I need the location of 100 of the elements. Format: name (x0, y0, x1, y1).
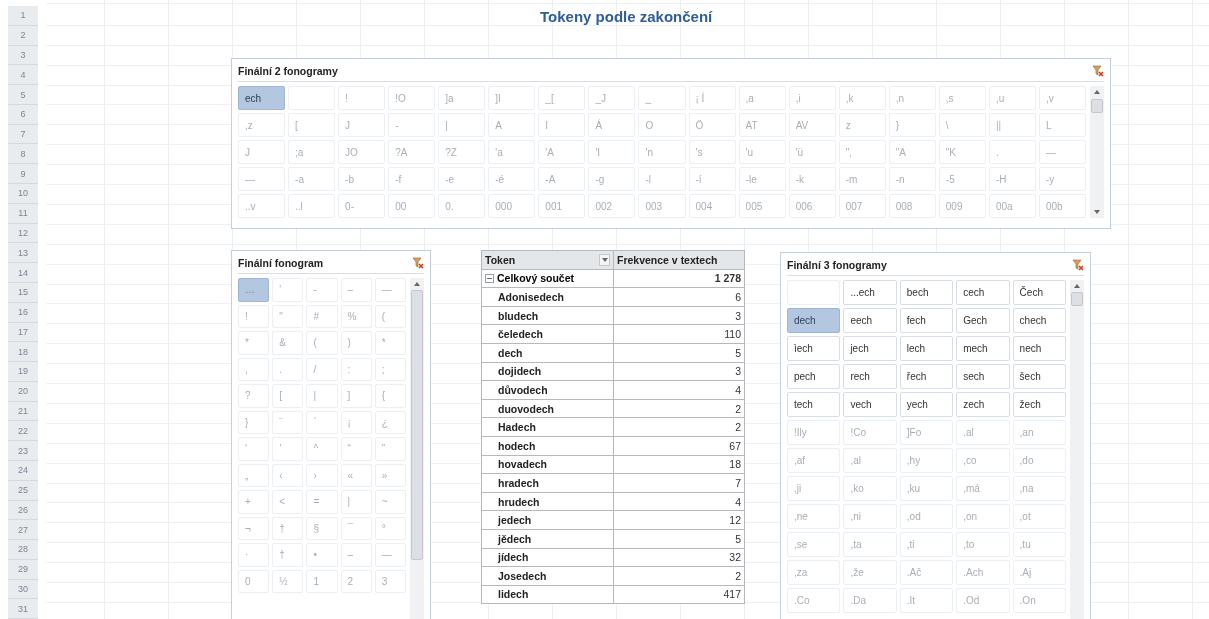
slicer-item[interactable]: dech (787, 308, 841, 333)
slicer-item[interactable]: : (340, 357, 372, 381)
slicer-item[interactable]: = (306, 490, 338, 514)
slicer-item[interactable]: ,k (838, 86, 886, 110)
slicer-item[interactable]: 001 (538, 194, 586, 218)
slicer-item[interactable]: † (272, 516, 304, 540)
slicer-item[interactable]: sech (956, 364, 1010, 389)
slicer-item[interactable]: - (388, 113, 436, 137)
slicer-item[interactable]: ,ot (1012, 504, 1066, 529)
slicer-item[interactable]: 'n (638, 140, 686, 164)
slicer-item[interactable]: jech (843, 336, 897, 361)
slicer-item[interactable]: 003 (638, 194, 686, 218)
slicer-item[interactable]: 00 (388, 194, 436, 218)
slicer-item[interactable]: 'I (588, 140, 636, 164)
slicer-item[interactable]: ?A (388, 140, 436, 164)
slicer-item[interactable]: -k (788, 167, 836, 191)
slicer-item[interactable]: 1 (306, 569, 338, 593)
slicer-item[interactable]: ,ti (899, 532, 954, 557)
slicer-item[interactable]: 00b (1038, 194, 1086, 218)
scrollbar[interactable] (1090, 86, 1104, 218)
slicer-item[interactable]: | (340, 490, 372, 514)
slicer-item[interactable]: – (340, 543, 372, 567)
slicer-item[interactable]: žech (1012, 392, 1066, 417)
slicer-item[interactable]: ,má (956, 476, 1010, 501)
slicer-item[interactable]: ,af (787, 448, 841, 473)
scrollbar[interactable] (1070, 280, 1084, 619)
slicer-item[interactable]: ¯ (340, 516, 372, 540)
slicer-item[interactable]: 004 (688, 194, 736, 218)
slicer-item[interactable]: || (988, 113, 1036, 137)
slicer-item[interactable]: 'u (738, 140, 786, 164)
collapse-icon[interactable] (485, 273, 494, 283)
slicer-item[interactable]: Ö (688, 113, 736, 137)
slicer-item[interactable]: [ (288, 113, 336, 137)
slicer-item[interactable]: ,a (738, 86, 786, 110)
slicer-item[interactable]: + (238, 490, 270, 514)
slicer-item[interactable]: .al (956, 420, 1010, 445)
slicer-item[interactable]: – (340, 278, 372, 302)
slicer-item[interactable]: -e (438, 167, 486, 191)
slicer-item[interactable]: ¬ (238, 516, 270, 540)
slicer-item[interactable]: .Ač (899, 560, 954, 585)
slicer-item[interactable]: ,an (1012, 420, 1066, 445)
slicer-item[interactable]: 'a (488, 140, 536, 164)
slicer-item[interactable]: 002 (588, 194, 636, 218)
slicer-item[interactable]: ‹ (272, 463, 304, 487)
slicer-item[interactable]: ; (374, 357, 406, 381)
slicer-item[interactable]: tech (787, 392, 841, 417)
slicer-item[interactable]: ) (340, 331, 372, 355)
slicer-item[interactable]: 005 (738, 194, 786, 218)
slicer-item[interactable]: ° (374, 516, 406, 540)
slicer-item[interactable]: “ (340, 437, 372, 461)
slicer-item[interactable]: O (638, 113, 686, 137)
slicer-item[interactable]: % (340, 304, 372, 328)
slicer-item[interactable]: ?Z (438, 140, 486, 164)
scroll-thumb[interactable] (1071, 292, 1083, 306)
slicer-item[interactable]: pech (787, 364, 841, 389)
slicer-item[interactable]: \ (938, 113, 986, 137)
slicer-item[interactable]: ,n (888, 86, 936, 110)
slicer-item[interactable]: cech (956, 280, 1010, 305)
slicer-item[interactable]: -f (388, 167, 436, 191)
slicer-item[interactable]: fech (899, 308, 954, 333)
slicer-item[interactable]: — (238, 167, 286, 191)
slicer-item[interactable]: } (238, 410, 270, 434)
slicer-item[interactable]: ’ (272, 437, 304, 461)
slicer-item[interactable]: -g (588, 167, 636, 191)
slicer-item[interactable]: * (238, 331, 270, 355)
slicer-item[interactable]: [ (272, 384, 304, 408)
slicer-item[interactable]: 008 (888, 194, 936, 218)
slicer-item[interactable]: ]I (488, 86, 536, 110)
slicer-item[interactable]: J (338, 113, 386, 137)
slicer-item[interactable]: ,hy (899, 448, 954, 473)
slicer-item[interactable]: ¨ (272, 410, 304, 434)
slicer-item[interactable]: ,že (843, 560, 897, 585)
slicer-item[interactable]: .Aj (1012, 560, 1066, 585)
slicer-item[interactable]: ,ji (787, 476, 841, 501)
slicer-item[interactable]: !O (388, 86, 436, 110)
slicer-item[interactable]: .It (899, 588, 954, 613)
slicer-item[interactable]: bech (899, 280, 954, 305)
slicer-item[interactable]: ! (338, 86, 386, 110)
slicer-item[interactable]: .Co (787, 588, 841, 613)
slicer-item[interactable]: ‘ (238, 437, 270, 461)
slicer-item[interactable]: - (306, 278, 338, 302)
slicer-item[interactable]: -í (688, 167, 736, 191)
slicer-item[interactable]: _[ (538, 86, 586, 110)
slicer-item[interactable]: ìech (787, 336, 841, 361)
slicer-item[interactable]: 'A (538, 140, 586, 164)
slicer-item[interactable]: 006 (788, 194, 836, 218)
slicer-item[interactable]: | (438, 113, 486, 137)
slicer-item[interactable]: Gech (956, 308, 1010, 333)
slicer-item[interactable]: šech (1012, 364, 1066, 389)
slicer-item[interactable]: mech (956, 336, 1010, 361)
scroll-thumb[interactable] (411, 290, 423, 561)
slicer-item[interactable]: ,ku (899, 476, 954, 501)
slicer-item[interactable]: ,z (238, 113, 286, 137)
slicer-item[interactable]: 000 (488, 194, 536, 218)
slicer-item[interactable]: | (306, 384, 338, 408)
slicer-item[interactable]: ,ni (843, 504, 897, 529)
slicer-item[interactable]: ¿ (374, 410, 406, 434)
slicer-item[interactable]: lech (899, 336, 954, 361)
slicer-item[interactable]: • (306, 543, 338, 567)
slicer-item[interactable]: ^ (306, 437, 338, 461)
